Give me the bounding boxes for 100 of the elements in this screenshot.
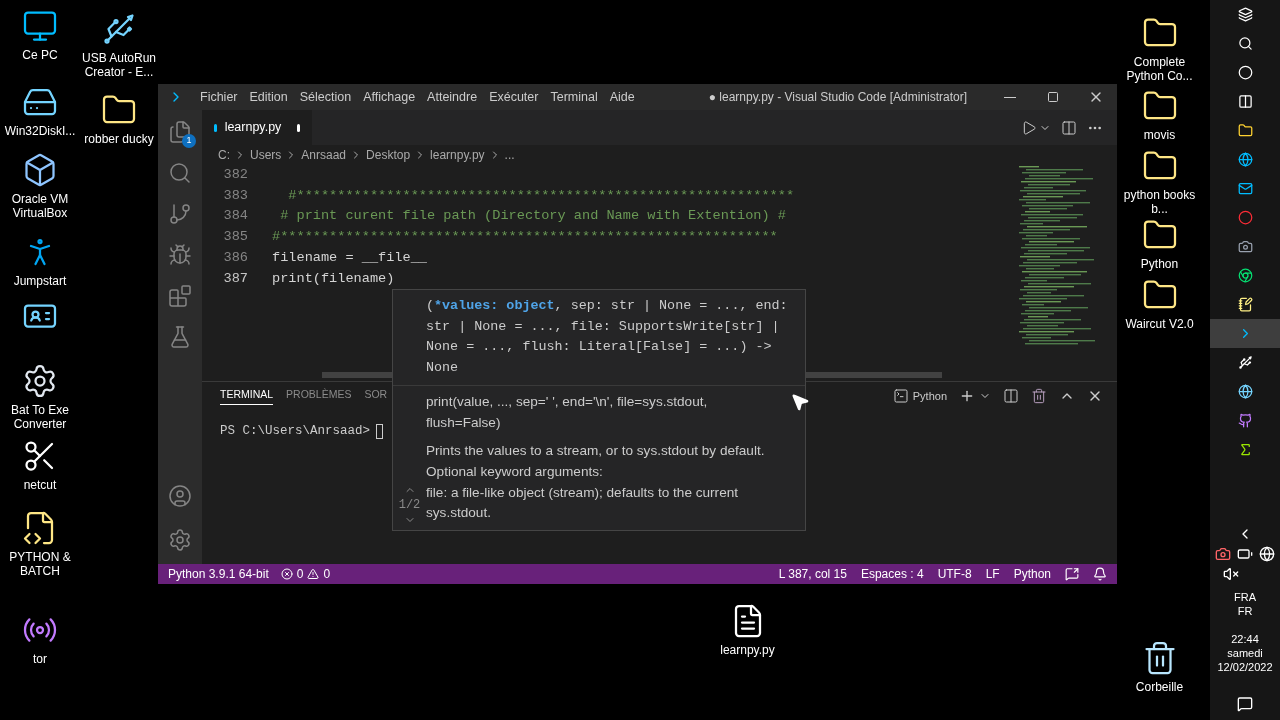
desktop-icon-label[interactable]: Corbeille <box>1135 680 1184 694</box>
desktop-icon-label[interactable]: movis <box>1143 128 1176 142</box>
battery-icon[interactable] <box>1237 546 1253 562</box>
desktop-icon-label[interactable]: Complete Python Co... <box>1117 55 1202 83</box>
editor-tab[interactable]: learnpy.py <box>202 110 312 145</box>
line-number: 384 <box>222 207 248 226</box>
search-icon <box>1237 36 1253 51</box>
menu-item[interactable]: Edition <box>243 87 294 107</box>
ring-icon <box>1237 210 1253 225</box>
windows-icon <box>1237 7 1253 22</box>
doc-paragraph: Prints the values to a stream, or to sys.stdout by default. Optional keyword arguments: file: a file-like object (stream); defaults to the current sys.stdout. <box>426 442 766 523</box>
mute-icon[interactable] <box>1223 566 1239 582</box>
desktop-icon-label[interactable]: PYTHON & BATCH <box>0 550 80 578</box>
desktop-icon-label[interactable]: Bat To Exe Converter <box>0 403 80 431</box>
usb-drive-icon[interactable] <box>101 11 137 47</box>
breadcrumb-item[interactable]: C: <box>218 145 230 164</box>
add-terminal-icon[interactable] <box>959 388 975 404</box>
mail-icon <box>1237 181 1253 196</box>
settings-icon[interactable] <box>168 528 192 552</box>
code-line: print(filename) <box>272 269 395 288</box>
warning-icon[interactable] <box>307 568 320 580</box>
signature-pager: 1/2 <box>398 497 421 515</box>
minimize-icon <box>1003 96 1016 98</box>
account-icon[interactable] <box>168 484 192 508</box>
notepad-icon <box>1237 297 1253 312</box>
menu-item[interactable]: Fichier <box>194 87 244 107</box>
clock[interactable]: 22:44 samedi 12/02/2022 <box>1217 632 1273 674</box>
cursor-icon <box>790 392 810 412</box>
code-line: filename = __file__ <box>272 248 427 267</box>
flask-icon[interactable] <box>168 325 192 349</box>
task-view-icon <box>1237 94 1253 109</box>
branch-icon[interactable] <box>168 202 192 226</box>
split-terminal-icon[interactable] <box>1003 388 1019 404</box>
panel-tab[interactable]: SOR <box>364 387 388 405</box>
menu-item[interactable]: Atteindre <box>421 87 484 107</box>
line-number: 385 <box>222 228 248 247</box>
desktop-icon-label[interactable]: Ce PC <box>22 48 58 62</box>
status-item[interactable]: Python <box>1013 565 1051 583</box>
desktop-icon-label[interactable]: USB AutoRun Creator - E... <box>78 51 160 79</box>
desktop-icon-label[interactable]: Waircut V2.0 <box>1125 317 1194 331</box>
line-number: 387 <box>222 269 248 288</box>
terminal-icon[interactable] <box>892 388 909 404</box>
globe-icon[interactable] <box>1259 546 1275 562</box>
cube-icon[interactable] <box>22 152 58 188</box>
status-item[interactable]: L 387, col 15 <box>778 565 847 583</box>
desktop-icon-label[interactable]: robber ducky <box>84 132 154 146</box>
code-line: #************************************************************* <box>272 228 778 247</box>
desktop-icon-label[interactable]: learnpy.py <box>720 643 775 657</box>
breadcrumb-item[interactable]: Anrsaad <box>301 145 347 164</box>
desktop-icon-label[interactable]: Win32DiskI... <box>4 124 76 138</box>
menu-item[interactable]: Aide <box>603 87 641 107</box>
code-line: #************************************************************* <box>287 186 795 205</box>
breadcrumb-item[interactable]: Desktop <box>366 145 411 164</box>
menu-item[interactable]: Exécuter <box>483 87 545 107</box>
search-icon[interactable] <box>168 161 192 185</box>
window-title: ● learnpy.py - Visual Studio Code [Administrator] <box>708 89 967 106</box>
panel-tab[interactable]: PROBLÈMES <box>286 387 352 405</box>
desktop-icon-label[interactable]: python books b... <box>1117 188 1202 216</box>
breadcrumb-item[interactable]: Users <box>250 145 282 164</box>
terminal-name[interactable]: Python <box>912 387 947 405</box>
interpreter-status[interactable]: Python 3.9.1 64-bit <box>168 565 269 583</box>
breadcrumb-item[interactable]: learnpy.py <box>430 145 485 164</box>
run-debug-icon[interactable] <box>168 243 192 267</box>
desktop-icon-label[interactable]: tor <box>33 652 47 666</box>
desktop-icon-label[interactable]: netcut <box>23 478 57 492</box>
github-icon <box>1237 413 1253 428</box>
error-icon[interactable] <box>280 568 293 580</box>
warning-count[interactable]: 0 <box>323 565 331 583</box>
menu-item[interactable]: Terminal <box>544 87 604 107</box>
feedback-icon[interactable] <box>1065 567 1079 581</box>
notifications-icon[interactable] <box>1237 696 1253 712</box>
menu-item[interactable]: Sélection <box>293 87 358 107</box>
trash-icon[interactable] <box>1031 388 1047 404</box>
breadcrumb-item[interactable]: ... <box>504 145 515 164</box>
gear-icon[interactable] <box>22 363 58 399</box>
panel-tab[interactable]: TERMINAL <box>220 386 274 406</box>
status-item[interactable]: Espaces : 4 <box>860 565 924 583</box>
desktop-icon-label[interactable]: Jumpstart <box>13 274 67 288</box>
line-number: 382 <box>222 166 248 184</box>
status-item[interactable]: LF <box>985 565 1000 583</box>
desktop-icon-label[interactable]: Oracle VM VirtualBox <box>0 192 80 220</box>
signature-text: (*values: object, sep: str | None = ..., end: str | None = ..., file: SupportsWrite[str] | None = ..., flush: Literal[False] = ...) -> None <box>426 298 788 376</box>
line-number: 383 <box>222 186 248 205</box>
bell-icon[interactable] <box>1093 567 1107 581</box>
camera-icon[interactable] <box>1215 546 1231 562</box>
files-icon[interactable] <box>168 120 192 144</box>
doc-paragraph: print(value, ..., sep=' ', end='\n', file=sys.stdout, flush=False) <box>426 392 709 432</box>
run-icon[interactable] <box>1021 119 1037 136</box>
language-indicator[interactable]: FRA FR <box>1234 590 1256 618</box>
menu-item[interactable]: Affichage <box>357 87 422 107</box>
line-number: 386 <box>222 248 248 267</box>
pc-icon[interactable] <box>22 8 58 44</box>
split-editor-icon[interactable] <box>1061 119 1077 136</box>
desktop-icon-label[interactable]: Python <box>1140 257 1179 271</box>
status-item[interactable]: UTF-8 <box>937 565 972 583</box>
maximize-icon <box>1046 91 1059 103</box>
tab-label: learnpy.py <box>224 119 282 137</box>
chrome-icon <box>1237 268 1253 283</box>
blocks-icon[interactable] <box>168 284 192 308</box>
error-count[interactable]: 0 <box>296 565 304 583</box>
